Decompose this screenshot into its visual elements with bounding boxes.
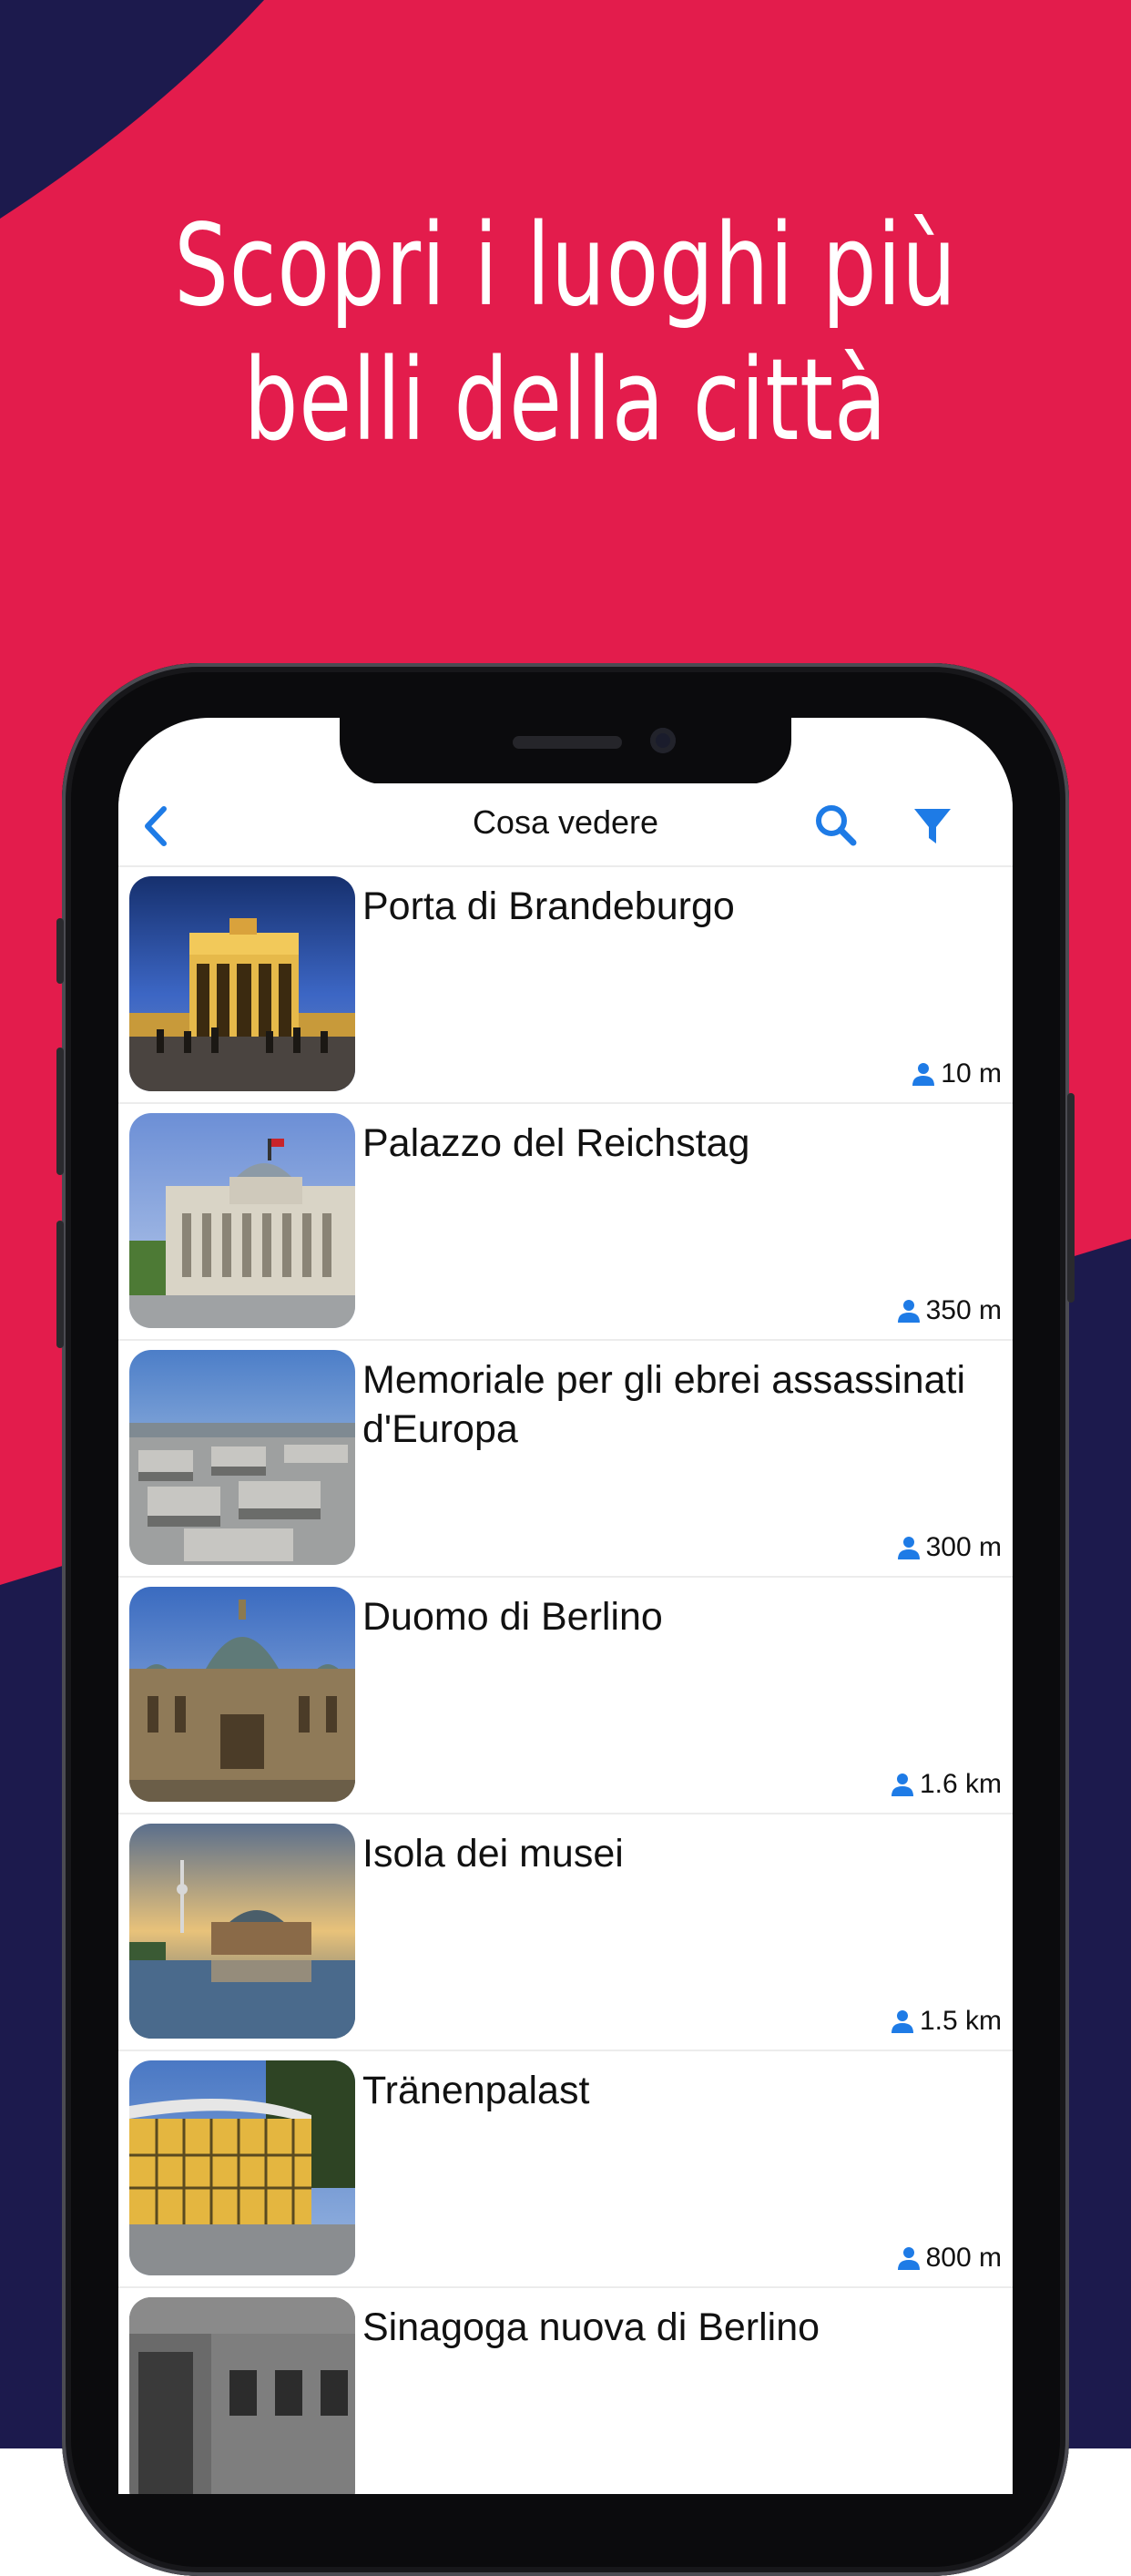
- place-distance: 1.6 km: [889, 1769, 1002, 1800]
- walking-person-icon: [897, 2247, 920, 2270]
- place-distance: 10 m: [910, 1058, 1002, 1089]
- place-title: Tränenpalast: [362, 2069, 590, 2112]
- place-title: Duomo di Berlino: [362, 1595, 663, 1639]
- filter-button[interactable]: [911, 803, 954, 847]
- front-camera: [650, 728, 676, 753]
- navigation-bar: Cosa vedere: [118, 783, 1013, 867]
- places-list: Porta di Brandeburgo 10 m Palazzo del Re…: [118, 867, 1013, 2494]
- place-distance: 800 m: [895, 2243, 1002, 2274]
- speaker: [513, 736, 622, 749]
- place-title: Sinagoga nuova di Berlino: [362, 2305, 820, 2349]
- search-icon: [816, 805, 857, 846]
- place-thumbnail: [129, 1113, 355, 1328]
- search-button[interactable]: [812, 802, 860, 849]
- place-title: Isola dei musei: [362, 1832, 624, 1876]
- phone-volume-down: [56, 1221, 64, 1348]
- filter-icon: [914, 809, 951, 843]
- place-title: Memoriale per gli ebrei assassinati d'Eu…: [362, 1358, 966, 1451]
- place-thumbnail: [129, 2060, 355, 2275]
- walking-person-icon: [891, 2010, 913, 2033]
- list-item[interactable]: Porta di Brandeburgo 10 m: [118, 867, 1013, 1104]
- walking-person-icon: [897, 1537, 920, 1559]
- list-item[interactable]: Sinagoga nuova di Berlino: [118, 2288, 1013, 2494]
- place-thumbnail: [129, 1350, 355, 1565]
- place-title: Palazzo del Reichstag: [362, 1121, 750, 1165]
- walking-person-icon: [897, 1300, 920, 1323]
- list-item[interactable]: Tränenpalast 800 m: [118, 2051, 1013, 2288]
- page-title: Cosa vedere: [472, 803, 659, 841]
- list-item[interactable]: Isola dei musei 1.5 km: [118, 1814, 1013, 2051]
- place-thumbnail: [129, 1824, 355, 2039]
- place-distance: 300 m: [895, 1532, 1002, 1563]
- place-thumbnail: [129, 2297, 355, 2494]
- phone-volume-up: [56, 1048, 64, 1175]
- walking-person-icon: [891, 1774, 913, 1796]
- place-thumbnail: [129, 876, 355, 1091]
- list-item[interactable]: Palazzo del Reichstag 350 m: [118, 1104, 1013, 1341]
- phone-screen: Cosa vedere Porta di Brandeburgo 10 m Pa…: [118, 718, 1013, 2494]
- place-title: Porta di Brandeburgo: [362, 884, 735, 928]
- notch: [340, 718, 791, 784]
- place-distance: 350 m: [895, 1295, 1002, 1326]
- headline: Scopri i luoghi più belli della città: [136, 199, 995, 468]
- walking-person-icon: [912, 1063, 935, 1086]
- list-item[interactable]: Memoriale per gli ebrei assassinati d'Eu…: [118, 1341, 1013, 1578]
- phone-silent-switch: [56, 918, 64, 984]
- distance-value: 350 m: [925, 1295, 1002, 1325]
- distance-value: 1.5 km: [919, 2006, 1002, 2036]
- headline-line-2: belli della città: [243, 335, 888, 466]
- list-item[interactable]: Duomo di Berlino 1.6 km: [118, 1578, 1013, 1814]
- distance-value: 300 m: [925, 1532, 1002, 1562]
- phone-power-button: [1067, 1093, 1075, 1303]
- distance-value: 1.6 km: [919, 1769, 1002, 1799]
- distance-value: 800 m: [925, 2243, 1002, 2273]
- place-distance: 1.5 km: [889, 2006, 1002, 2037]
- headline-line-1: Scopri i luoghi più: [174, 200, 957, 332]
- place-thumbnail: [129, 1587, 355, 1802]
- distance-value: 10 m: [941, 1058, 1002, 1089]
